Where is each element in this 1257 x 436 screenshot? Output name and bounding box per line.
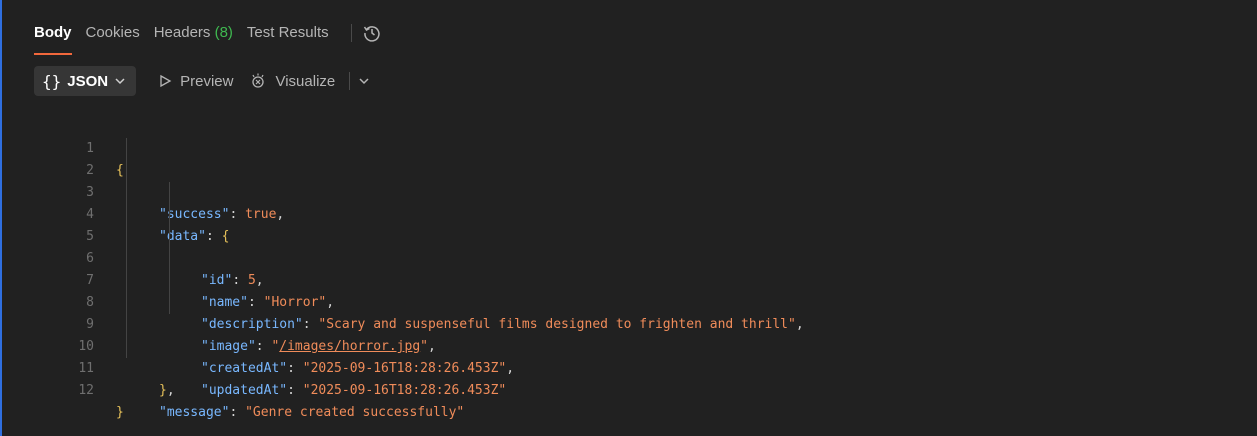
indent-guide [169,182,170,204]
preview-label: Preview [180,72,234,90]
chevron-down-icon [115,78,125,85]
indent-guide [169,270,170,292]
tabs-divider [350,24,352,42]
visualize-button[interactable]: Visualize [249,72,335,90]
code-line: 6 "description": "Scary and suspenseful … [0,226,1257,332]
indent-guide [169,226,170,248]
code-line: 4 "id": 5, [0,182,1257,288]
json-key: "message" [159,405,230,420]
format-select[interactable]: {} JSON [34,66,137,96]
tab-cookies[interactable]: Cookies [86,24,140,58]
indent-guide [126,314,127,336]
chevron-down-icon[interactable] [358,75,370,87]
response-tabs: Body Cookies Headers (8) Test Results [34,0,382,62]
json-key: "updatedAt" [201,383,288,398]
code-line: 1 { [0,116,1257,178]
tab-test-results[interactable]: Test Results [247,24,329,58]
code-line: 7 "image": "/images/horror.jpg", [0,248,1257,354]
code-line: 9 "updatedAt": "2025-09-16T18:28:26.453Z… [0,292,1257,398]
code-line: 5 "name": "Horror", [0,204,1257,310]
code-line: 3 "data": { [0,160,1257,244]
indent-guide [126,336,127,358]
code-line: 2 "success": true, [0,138,1257,222]
json-value: "Genre created successfully" [245,405,465,420]
history-icon[interactable] [362,23,382,43]
json-value: "2025-09-16T18:28:26.453Z" [302,383,507,398]
braces-icon: {} [42,71,62,91]
indent-guide [126,138,127,160]
code-line: 8 "createdAt": "2025-09-16T18:28:26.453Z… [0,270,1257,376]
indent-guide [169,248,170,270]
play-icon [160,74,172,88]
json-code-view: 1 { 2 "success": true, 3 "data": { 4 "id… [0,116,1257,420]
code-line: 11 "message": "Genre created successfull… [0,336,1257,420]
indent-guide [169,292,170,314]
visualize-icon [252,73,265,88]
indent-guide [126,182,127,204]
code-line: 12 } [0,358,1257,420]
format-select-label: JSON [67,72,109,90]
line-content: "message": "Genre created successfully" [159,405,465,420]
indent-guide [126,292,127,314]
tab-headers-count: (8) [214,24,233,41]
line-content: }, [159,383,175,398]
preview-button[interactable]: Preview [158,73,233,90]
indent-guide [126,160,127,182]
tab-body[interactable]: Body [34,24,72,58]
code-line: 10 }, [0,314,1257,398]
line-content: } [116,405,124,420]
line-number: 12 [78,383,94,398]
indent-guide [169,204,170,226]
indent-guide [126,204,127,226]
indent-guide [126,270,127,292]
tab-headers[interactable]: Headers (8) [154,24,233,58]
toolbar-divider [349,72,351,90]
visualize-label: Visualize [275,72,336,90]
indent-guide [126,248,127,270]
response-toolbar: {} JSON Preview Visualize [34,66,370,96]
indent-guide [126,226,127,248]
line-content: "updatedAt": "2025-09-16T18:28:26.453Z" [201,383,507,398]
tab-headers-label: Headers [153,24,211,41]
